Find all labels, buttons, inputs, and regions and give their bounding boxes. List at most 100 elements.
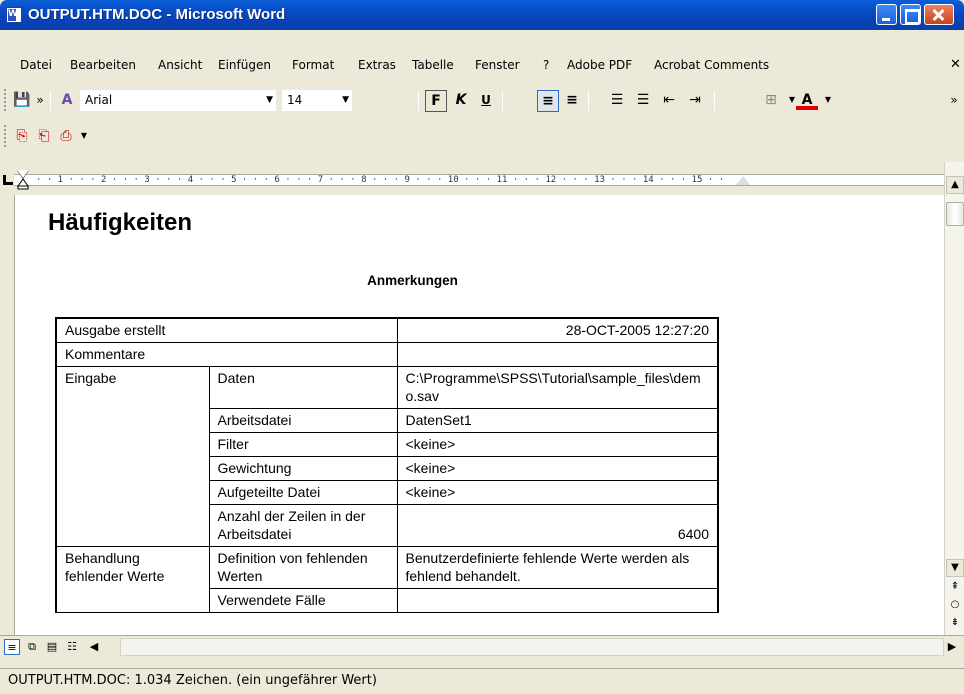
close-document-icon[interactable]: ✕ — [950, 52, 961, 78]
pdf-email-icon[interactable]: ⎗ — [34, 126, 54, 146]
notes-table: Ausgabe erstellt 28-OCT-2005 12:27:20 Ko… — [55, 317, 719, 613]
table-cell: Anzahl der Zeilen in der Arbeitsdatei — [208, 504, 398, 547]
print-layout-view-icon[interactable]: ▤ — [44, 639, 60, 655]
table-cell: Verwendete Fälle — [208, 588, 398, 613]
menu-bar: Datei Bearbeiten Ansicht Einfügen Format… — [0, 52, 964, 78]
menu-einfuegen[interactable]: Einfügen — [218, 52, 271, 78]
menu-help[interactable]: ? — [543, 52, 549, 78]
maximize-button[interactable] — [900, 4, 921, 25]
scroll-up-icon[interactable]: ▲ — [946, 176, 964, 194]
toolbar-separator — [418, 91, 419, 111]
bullet-list-icon[interactable]: ☰ — [632, 90, 654, 112]
close-button[interactable] — [924, 4, 954, 25]
font-size-select[interactable]: 14 ▼ — [282, 90, 352, 111]
tab-selector-icon[interactable] — [3, 175, 13, 185]
font-name-value: Arial — [85, 93, 113, 107]
status-text: OUTPUT.HTM.DOC: 1.034 Zeichen. (ein unge… — [8, 673, 377, 688]
font-name-select[interactable]: Arial ▼ — [80, 90, 276, 111]
window-title: OUTPUT.HTM.DOC - Microsoft Word — [28, 6, 286, 23]
right-indent-marker-icon[interactable] — [736, 176, 750, 185]
table-cell: Benutzerdefinierte fehlende Werte werden… — [396, 546, 719, 589]
ruler-numbers: · · 1 · · · 2 · · · 3 · · · 4 · · · 5 · … — [36, 175, 725, 185]
normal-view-icon[interactable]: ≡ — [4, 639, 20, 655]
style-icon[interactable]: A — [57, 90, 77, 110]
scroll-down-icon[interactable]: ▼ — [946, 559, 964, 577]
table-row: Ausgabe erstellt 28-OCT-2005 12:27:20 — [55, 317, 719, 343]
table-cell: <keine> — [396, 432, 719, 457]
menu-acrobat-comments[interactable]: Acrobat Comments — [654, 52, 769, 78]
indent-marker-icon[interactable] — [17, 170, 29, 190]
border-icon[interactable]: ⊞ — [760, 90, 782, 112]
font-color-icon[interactable]: A — [796, 90, 818, 110]
table-row: Kommentare — [55, 342, 719, 367]
underline-button[interactable]: U — [475, 90, 497, 112]
table-cell — [396, 342, 719, 367]
menu-ansicht[interactable]: Ansicht — [158, 52, 202, 78]
document-page[interactable]: Häufigkeiten Anmerkungen Ausgabe erstell… — [14, 195, 944, 635]
menu-tabelle[interactable]: Tabelle — [412, 52, 454, 78]
title-bar: OUTPUT.HTM.DOC - Microsoft Word — [0, 0, 964, 30]
table-cell — [396, 588, 719, 613]
menu-extras[interactable]: Extras — [358, 52, 396, 78]
minimize-button[interactable] — [876, 4, 897, 25]
table-cell: Aufgeteilte Datei — [208, 480, 398, 505]
table-cell: 28-OCT-2005 12:27:20 — [396, 317, 719, 343]
decrease-indent-icon[interactable]: ⇤ — [658, 90, 680, 112]
align-center-icon[interactable]: ≡ — [561, 90, 583, 112]
web-layout-view-icon[interactable]: ⧉ — [24, 639, 40, 655]
table-cell: Gewichtung — [208, 456, 398, 481]
scroll-thumb[interactable] — [946, 202, 964, 226]
word-document-icon[interactable] — [6, 7, 22, 23]
chevron-down-icon[interactable]: ▼ — [74, 126, 94, 146]
table-cell: Eingabe — [55, 366, 210, 547]
toolbar-grip[interactable] — [4, 125, 7, 147]
convert-to-pdf-icon[interactable]: ⎘ — [12, 126, 32, 146]
table-cell: 6400 — [396, 504, 719, 547]
toolbar-separator — [714, 91, 715, 111]
table-cell: C:\Programme\SPSS\Tutorial\sample_files\… — [396, 366, 719, 409]
menu-adobe-pdf[interactable]: Adobe PDF — [567, 52, 632, 78]
table-cell: <keine> — [396, 456, 719, 481]
table-row: Eingabe Daten C:\Programme\SPSS\Tutorial… — [55, 366, 719, 547]
scroll-right-icon[interactable]: ▶ — [944, 639, 960, 655]
toolbar-separator — [588, 91, 589, 111]
status-bar: OUTPUT.HTM.DOC: 1.034 Zeichen. (ein unge… — [0, 668, 964, 694]
toolbar-grip[interactable] — [4, 89, 7, 111]
next-page-icon[interactable]: ⇟ — [946, 615, 964, 633]
table-cell: Filter — [208, 432, 398, 457]
save-icon[interactable]: 💾 — [12, 90, 32, 110]
chevron-down-icon[interactable]: ▼ — [818, 90, 838, 110]
vertical-scrollbar[interactable]: ▲ ▼ ⇞ ○ ⇟ — [944, 162, 964, 635]
menu-format[interactable]: Format — [292, 52, 334, 78]
menu-bearbeiten[interactable]: Bearbeiten — [70, 52, 136, 78]
previous-page-icon[interactable]: ⇞ — [946, 579, 964, 597]
outline-view-icon[interactable]: ☷ — [64, 639, 80, 655]
align-left-icon[interactable]: ≡ — [537, 90, 559, 112]
formatting-toolbar: 💾 » A Arial ▼ 14 ▼ F K U ≡ ≡ ☰ ☰ ⇤ ⇥ ⊞ ▼… — [0, 85, 964, 117]
pdf-review-icon[interactable]: ⎙ — [56, 126, 76, 146]
chevron-down-icon[interactable]: ▼ — [266, 91, 273, 110]
menu-fenster[interactable]: Fenster — [475, 52, 520, 78]
table-cell: Ausgabe erstellt — [55, 317, 398, 343]
table-cell: Definition von fehlenden Werten — [208, 546, 398, 589]
chevron-down-icon[interactable]: ▼ — [342, 91, 349, 110]
menu-datei[interactable]: Datei — [20, 52, 52, 78]
table-cell: Behandlung fehlender Werte — [55, 546, 210, 613]
toolbar-separator — [50, 91, 51, 111]
table-row: Behandlung fehlender Werte Definition vo… — [55, 546, 719, 613]
select-browse-object-icon[interactable]: ○ — [946, 597, 964, 615]
bold-button[interactable]: F — [425, 90, 447, 112]
toolbar-options-chevron[interactable]: » — [30, 90, 50, 110]
scroll-left-icon[interactable]: ◀ — [86, 639, 102, 655]
horizontal-scroll-track[interactable] — [120, 638, 944, 656]
table-cell: DatenSet1 — [396, 408, 719, 433]
table-title: Anmerkungen — [367, 273, 458, 288]
italic-button[interactable]: K — [450, 90, 472, 112]
toolbar-overflow-chevron[interactable]: » — [944, 90, 964, 110]
horizontal-ruler[interactable]: · · 1 · · · 2 · · · 3 · · · 4 · · · 5 · … — [0, 162, 944, 194]
increase-indent-icon[interactable]: ⇥ — [684, 90, 706, 112]
page-heading: Häufigkeiten — [48, 209, 193, 236]
font-size-value: 14 — [287, 93, 303, 107]
pdf-toolbar: ⎘ ⎗ ⎙ ▼ — [0, 121, 964, 153]
numbered-list-icon[interactable]: ☰ — [606, 90, 628, 112]
